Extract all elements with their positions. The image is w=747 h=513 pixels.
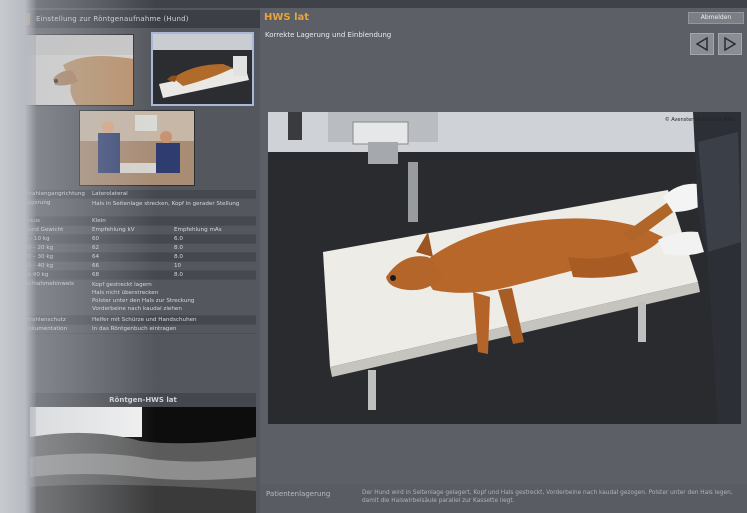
thumbnail-dog-head[interactable] xyxy=(22,34,134,106)
triangle-left-icon xyxy=(695,37,708,51)
left-panel-header: Einstellung zur Röntgenaufnahme (Hund) xyxy=(18,10,260,28)
xray-header: Röntgen-HWS lat xyxy=(30,393,256,407)
settings-table: Strahlengangrichtung Laterolateral Lager… xyxy=(22,190,256,334)
triangle-right-icon xyxy=(724,37,737,51)
table-row: ab 40 kg 68 8.0 xyxy=(22,271,256,280)
table-header-row: Hund Gewicht Empfehlung kV Empfehlung mA… xyxy=(22,226,256,235)
previous-button[interactable] xyxy=(690,33,714,55)
table-row: Strahlengangrichtung Laterolateral xyxy=(22,190,256,199)
xray-image[interactable] xyxy=(30,407,256,513)
thumbnail-staff-positioning[interactable] xyxy=(79,110,195,186)
logout-button[interactable]: Abmelden xyxy=(688,12,744,24)
table-row: Fokus Klein xyxy=(22,217,256,226)
photo-caption: Korrekte Lagerung und Einblendung xyxy=(265,31,392,39)
top-bar xyxy=(0,0,747,8)
note-line: Vorderbeine nach kaudal ziehen xyxy=(92,306,182,312)
table-row: Lagerung Hals in Seitenlage strecken, Ko… xyxy=(22,199,256,217)
thumbnail-dog-lying[interactable] xyxy=(151,32,254,106)
bottom-description: Der Hund wird in Seitenlage gelagert, Ko… xyxy=(362,490,733,504)
table-row: Dokumentation In das Röntgenbuch eintrag… xyxy=(22,325,256,334)
next-button[interactable] xyxy=(718,33,742,55)
table-row-notes: Aufnahmehinweis Kopf gestreckt lagern Ha… xyxy=(22,280,256,316)
screen-glare xyxy=(0,0,36,513)
page-title: HWS lat xyxy=(264,12,310,23)
copyright-text: © Avenster technische Hilfe xyxy=(664,117,735,123)
left-header-label: Einstellung zur Röntgenaufnahme (Hund) xyxy=(36,15,189,23)
table-row: 20 – 30 kg 64 8.0 xyxy=(22,253,256,262)
note-line: Kopf gestreckt lagern xyxy=(92,282,152,288)
table-row: 0 – 10 kg 60 6.0 xyxy=(22,235,256,244)
note-line: Polster unter den Hals zur Streckung xyxy=(92,298,195,304)
table-row: 30 – 40 kg 66 10 xyxy=(22,262,256,271)
note-line: Hals nicht überstrecken xyxy=(92,290,159,296)
bottom-label: Patientenlagerung xyxy=(266,490,331,498)
table-row: Strahlenschutz Helfer mit Schürze und Ha… xyxy=(22,316,256,325)
main-positioning-photo: © Avenster technische Hilfe xyxy=(268,112,741,424)
table-row: 10 – 20 kg 62 8.0 xyxy=(22,244,256,253)
